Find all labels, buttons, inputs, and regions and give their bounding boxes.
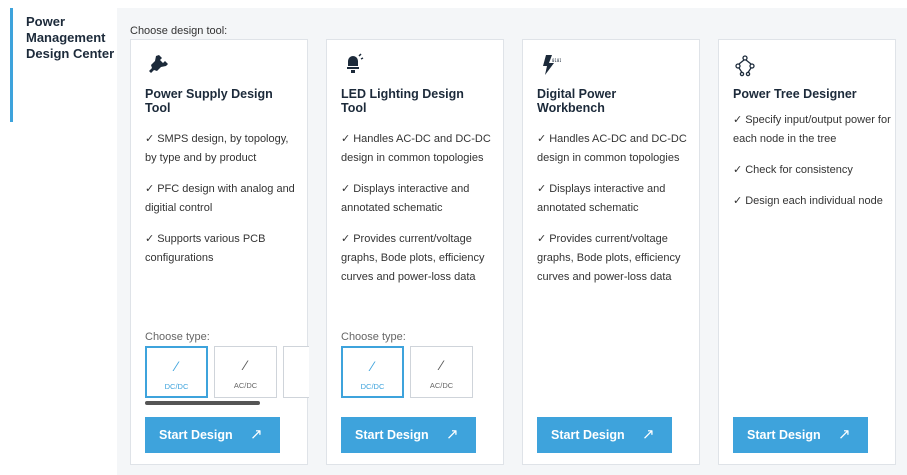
choose-tool-label: Choose design tool: <box>130 25 228 37</box>
external-arrow-icon: ↗ <box>642 426 655 443</box>
digital-power-icon: 0101 <box>537 53 562 77</box>
check-icon: ✓ <box>145 233 155 245</box>
card-led-lighting: LED Lighting Design Tool ✓ Handles AC-DC … <box>326 39 504 465</box>
check-icon: ✓ <box>733 195 743 207</box>
feature-item: ✓ Displays interactive and annotated sche… <box>537 180 695 218</box>
feature-item: ✓ Provides current/voltage graphs, Bode p… <box>341 230 499 287</box>
type-dcdc-button[interactable]: ⁄ DC/DC <box>341 346 404 398</box>
check-icon: ✓ <box>341 133 351 145</box>
feature-list: ✓ SMPS design, by topology, by type and b… <box>145 130 303 280</box>
external-arrow-icon: ↗ <box>250 426 263 443</box>
dcdc-icon: ⁄ <box>371 358 374 374</box>
acdc-icon: ⁄ <box>440 357 443 373</box>
type-selector: ⁄ DC/DC ⁄ AC/DC <box>341 346 505 398</box>
check-icon: ✓ <box>537 233 547 245</box>
type-more-button[interactable]: S <box>283 346 309 398</box>
feature-item: ✓ Design each individual node <box>733 192 891 211</box>
check-icon: ✓ <box>341 183 351 195</box>
check-icon: ✓ <box>145 133 155 145</box>
card-digital-power: 0101 Digital Power Workbench ✓ Handles AC… <box>522 39 700 465</box>
check-icon: ✓ <box>145 183 155 195</box>
main-panel: Choose design tool: Power Supply Design … <box>117 8 907 475</box>
sidebar-item-power-management[interactable]: Power Management Design Center <box>10 8 117 122</box>
card-power-tree: Power Tree Designer ✓ Specify input/outpu… <box>718 39 896 465</box>
type-scrollbar[interactable] <box>145 401 260 405</box>
feature-list: ✓ Specify input/output power for each nod… <box>733 111 891 223</box>
feature-item: ✓ SMPS design, by topology, by type and b… <box>145 130 303 168</box>
card-power-supply: Power Supply Design Tool ✓ SMPS design, b… <box>130 39 309 465</box>
feature-item: ✓ Handles AC-DC and DC-DC design in commo… <box>341 130 499 168</box>
start-design-button[interactable]: Start Design ↗ <box>537 417 672 453</box>
acdc-icon: ⁄ <box>244 357 247 373</box>
card-title: Digital Power Workbench <box>537 87 617 115</box>
bulb-icon <box>341 53 365 77</box>
check-icon: ✓ <box>733 164 743 176</box>
plug-icon <box>145 53 169 77</box>
type-selector: ⁄ DC/DC ⁄ AC/DC S <box>145 346 309 398</box>
start-design-button[interactable]: Start Design ↗ <box>733 417 868 453</box>
card-title: Power Tree Designer <box>733 87 857 101</box>
feature-item: ✓ PFC design with analog and digitial con… <box>145 180 303 218</box>
card-title: Power Supply Design Tool <box>145 87 273 115</box>
check-icon: ✓ <box>537 183 547 195</box>
feature-item: ✓ Check for consistency <box>733 161 891 180</box>
feature-item: ✓ Specify input/output power for each nod… <box>733 111 891 149</box>
feature-item: ✓ Displays interactive and annotated sche… <box>341 180 499 218</box>
external-arrow-icon: ↗ <box>446 426 459 443</box>
type-acdc-button[interactable]: ⁄ AC/DC <box>410 346 473 398</box>
power-tree-icon <box>733 53 757 77</box>
type-dcdc-button[interactable]: ⁄ DC/DC <box>145 346 208 398</box>
dcdc-icon: ⁄ <box>175 358 178 374</box>
start-design-button[interactable]: Start Design ↗ <box>341 417 476 453</box>
type-acdc-button[interactable]: ⁄ AC/DC <box>214 346 277 398</box>
card-title: LED Lighting Design Tool <box>341 87 464 115</box>
choose-type-label: Choose type: <box>145 331 210 343</box>
feature-item: ✓ Provides current/voltage graphs, Bode p… <box>537 230 695 287</box>
feature-item: ✓ Supports various PCB configurations <box>145 230 303 268</box>
feature-list: ✓ Handles AC-DC and DC-DC design in commo… <box>537 130 695 299</box>
svg-text:0101: 0101 <box>552 58 561 63</box>
choose-type-label: Choose type: <box>341 331 406 343</box>
check-icon: ✓ <box>733 114 743 126</box>
check-icon: ✓ <box>537 133 547 145</box>
sidebar-title: Power Management Design Center <box>26 14 115 61</box>
feature-item: ✓ Handles AC-DC and DC-DC design in commo… <box>537 130 695 168</box>
feature-list: ✓ Handles AC-DC and DC-DC design in commo… <box>341 130 499 299</box>
start-design-button[interactable]: Start Design ↗ <box>145 417 280 453</box>
check-icon: ✓ <box>341 233 351 245</box>
external-arrow-icon: ↗ <box>838 426 851 443</box>
sidebar: Power Management Design Center <box>0 0 117 475</box>
